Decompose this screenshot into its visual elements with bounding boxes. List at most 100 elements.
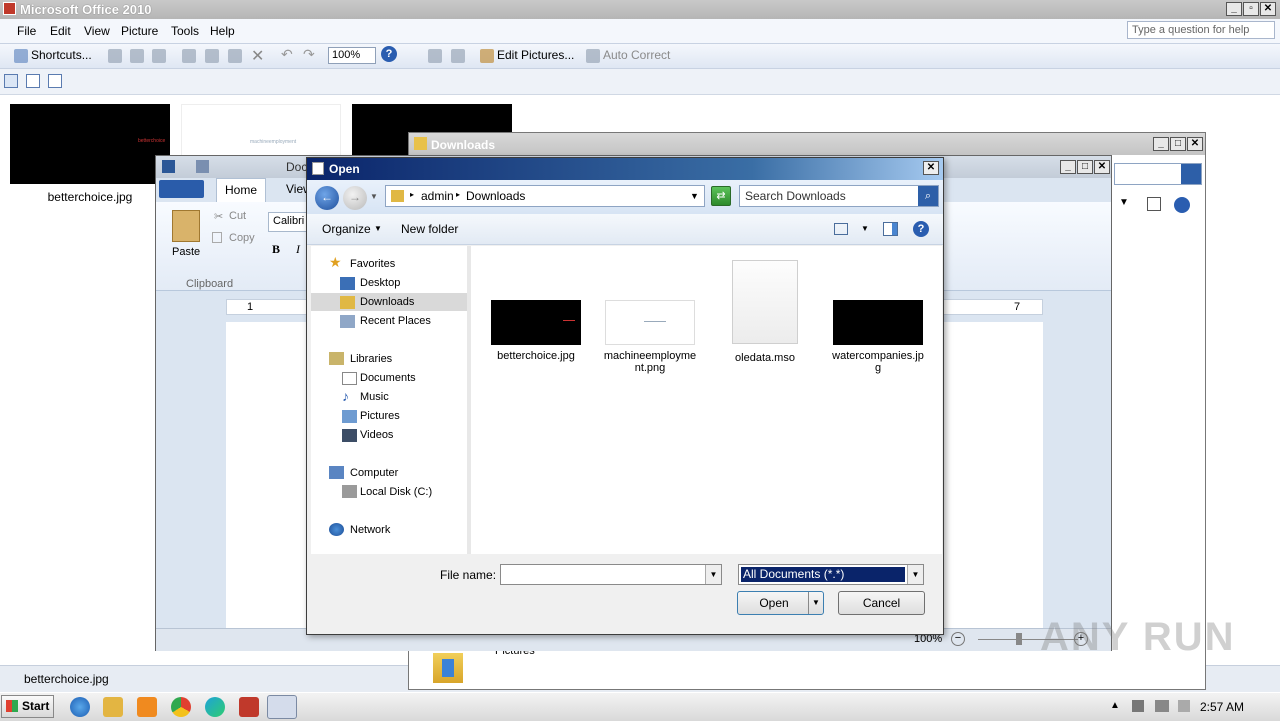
- chevron-down-icon[interactable]: ▼: [907, 565, 923, 584]
- save-icon[interactable]: [108, 49, 122, 63]
- dialog-close-button[interactable]: ✕: [923, 161, 939, 175]
- search-icon[interactable]: ⌕: [918, 186, 938, 206]
- menu-tools[interactable]: Tools: [171, 24, 199, 38]
- downloads-close-button[interactable]: ✕: [1187, 137, 1203, 151]
- edge-icon[interactable]: [205, 697, 225, 717]
- menu-file[interactable]: File: [17, 24, 36, 38]
- refresh-icon[interactable]: ⇄: [711, 186, 731, 206]
- nav-music[interactable]: Music: [360, 391, 389, 403]
- show-hidden-icons-icon[interactable]: ▲: [1110, 700, 1120, 711]
- paste-icon[interactable]: [172, 210, 200, 242]
- preview-pane-icon[interactable]: [883, 222, 898, 236]
- recent-pages-arrow-icon[interactable]: ▼: [370, 192, 378, 201]
- nav-computer[interactable]: Computer: [350, 467, 398, 479]
- nav-documents[interactable]: Documents: [360, 372, 416, 384]
- word-close-button[interactable]: ✕: [1094, 160, 1110, 174]
- help-icon[interactable]: [1174, 197, 1190, 213]
- edit-pictures-button[interactable]: Edit Pictures...: [497, 48, 574, 62]
- network-status-icon[interactable]: [1155, 700, 1169, 712]
- help-icon[interactable]: ?: [381, 46, 397, 62]
- zoom-out-button[interactable]: −: [951, 632, 965, 646]
- file-type-select[interactable]: All Documents (*.*) ▼: [738, 564, 924, 585]
- nav-pictures[interactable]: Pictures: [360, 410, 400, 422]
- copy-icon[interactable]: [205, 49, 219, 63]
- paste-button[interactable]: Paste: [172, 246, 200, 258]
- rotate-left-icon[interactable]: [428, 49, 442, 63]
- delete-icon[interactable]: ✕: [251, 46, 264, 66]
- address-dropdown-icon[interactable]: ▼: [690, 191, 699, 201]
- save-icon[interactable]: [196, 160, 209, 173]
- ie-icon[interactable]: [70, 697, 90, 717]
- nav-libraries[interactable]: Libraries: [350, 353, 392, 365]
- chevron-down-icon[interactable]: ▼: [705, 565, 721, 584]
- close-button[interactable]: ✕: [1260, 2, 1276, 16]
- forward-arrow-icon[interactable]: →: [343, 186, 367, 210]
- file-item[interactable]: watercompanies.jpg: [828, 300, 928, 374]
- word-taskbar-icon[interactable]: [267, 695, 297, 719]
- italic-button[interactable]: I: [296, 242, 300, 257]
- change-view-icon[interactable]: [834, 223, 848, 235]
- nav-desktop[interactable]: Desktop: [360, 277, 400, 289]
- minimize-button[interactable]: _: [1226, 2, 1242, 16]
- file-item[interactable]: machineemployment.png: [600, 300, 700, 374]
- copy-button[interactable]: Copy: [229, 232, 255, 244]
- chevron-right-icon[interactable]: ▸: [456, 190, 460, 199]
- word-maximize-button[interactable]: □: [1077, 160, 1093, 174]
- email-icon[interactable]: [152, 49, 166, 63]
- rotate-right-icon[interactable]: [451, 49, 465, 63]
- start-button[interactable]: Start: [1, 695, 54, 718]
- nav-downloads-row[interactable]: Downloads: [311, 293, 467, 311]
- nav-favorites[interactable]: Favorites: [350, 258, 395, 270]
- view-menu-arrow-icon[interactable]: ▼: [1119, 197, 1129, 208]
- back-arrow-icon[interactable]: ←: [315, 186, 339, 210]
- nav-network[interactable]: Network: [350, 524, 390, 536]
- file-item[interactable]: betterchoice.jpg: [486, 300, 586, 362]
- pictures-folder-icon[interactable]: [433, 653, 463, 683]
- paste-icon[interactable]: [228, 49, 242, 63]
- chrome-icon[interactable]: [171, 697, 191, 717]
- organize-button[interactable]: Organize: [322, 222, 371, 236]
- cut-icon[interactable]: [182, 49, 196, 63]
- auto-correct-button[interactable]: Auto Correct: [603, 48, 670, 62]
- open-button[interactable]: Open ▼: [737, 591, 824, 615]
- downloads-search-input[interactable]: [1114, 163, 1202, 185]
- filmstrip-view-icon[interactable]: [26, 74, 40, 88]
- thumbnail-betterchoice[interactable]: betterchoice: [10, 104, 170, 184]
- open-options-arrow-icon[interactable]: ▼: [808, 592, 823, 614]
- volume-icon[interactable]: [1132, 700, 1144, 712]
- single-view-icon[interactable]: [48, 74, 62, 88]
- tab-home[interactable]: Home: [216, 178, 266, 202]
- clock[interactable]: 2:57 AM: [1200, 700, 1244, 714]
- new-folder-button[interactable]: New folder: [401, 222, 458, 236]
- help-icon[interactable]: ?: [913, 221, 929, 237]
- breadcrumb-downloads[interactable]: Downloads: [466, 189, 525, 203]
- shortcuts-button[interactable]: Shortcuts...: [31, 48, 92, 62]
- undo-icon[interactable]: ↶: [281, 46, 293, 63]
- file-name-input[interactable]: ▼: [500, 564, 722, 585]
- cancel-button[interactable]: Cancel: [838, 591, 925, 615]
- menu-picture[interactable]: Picture: [121, 24, 158, 38]
- cut-button[interactable]: Cut: [229, 210, 246, 222]
- nav-videos[interactable]: Videos: [360, 429, 393, 441]
- nav-downloads[interactable]: Downloads: [360, 296, 414, 308]
- zoom-slider-thumb[interactable]: [1016, 633, 1022, 645]
- redo-icon[interactable]: ↷: [303, 46, 315, 63]
- zoom-select[interactable]: 100%: [328, 47, 376, 64]
- downloads-maximize-button[interactable]: □: [1170, 137, 1186, 151]
- word-minimize-button[interactable]: _: [1060, 160, 1076, 174]
- menu-edit[interactable]: Edit: [50, 24, 71, 38]
- nav-local-disk[interactable]: Local Disk (C:): [360, 486, 432, 498]
- explorer-icon[interactable]: [103, 697, 123, 717]
- nav-recent-places[interactable]: Recent Places: [360, 315, 431, 327]
- restore-button[interactable]: ▫: [1243, 2, 1259, 16]
- bold-button[interactable]: B: [272, 242, 280, 257]
- breadcrumb-admin[interactable]: admin: [421, 189, 454, 203]
- menu-view[interactable]: View: [84, 24, 110, 38]
- file-item[interactable]: oledata.mso: [715, 260, 815, 364]
- picture-manager-taskbar-icon[interactable]: [239, 697, 259, 717]
- downloads-minimize-button[interactable]: _: [1153, 137, 1169, 151]
- search-icon[interactable]: [1181, 164, 1201, 184]
- address-path[interactable]: ▸ admin ▸ Downloads ▼: [385, 185, 705, 207]
- help-search-input[interactable]: Type a question for help: [1127, 21, 1275, 39]
- view-dropdown-icon[interactable]: ▼: [861, 224, 869, 233]
